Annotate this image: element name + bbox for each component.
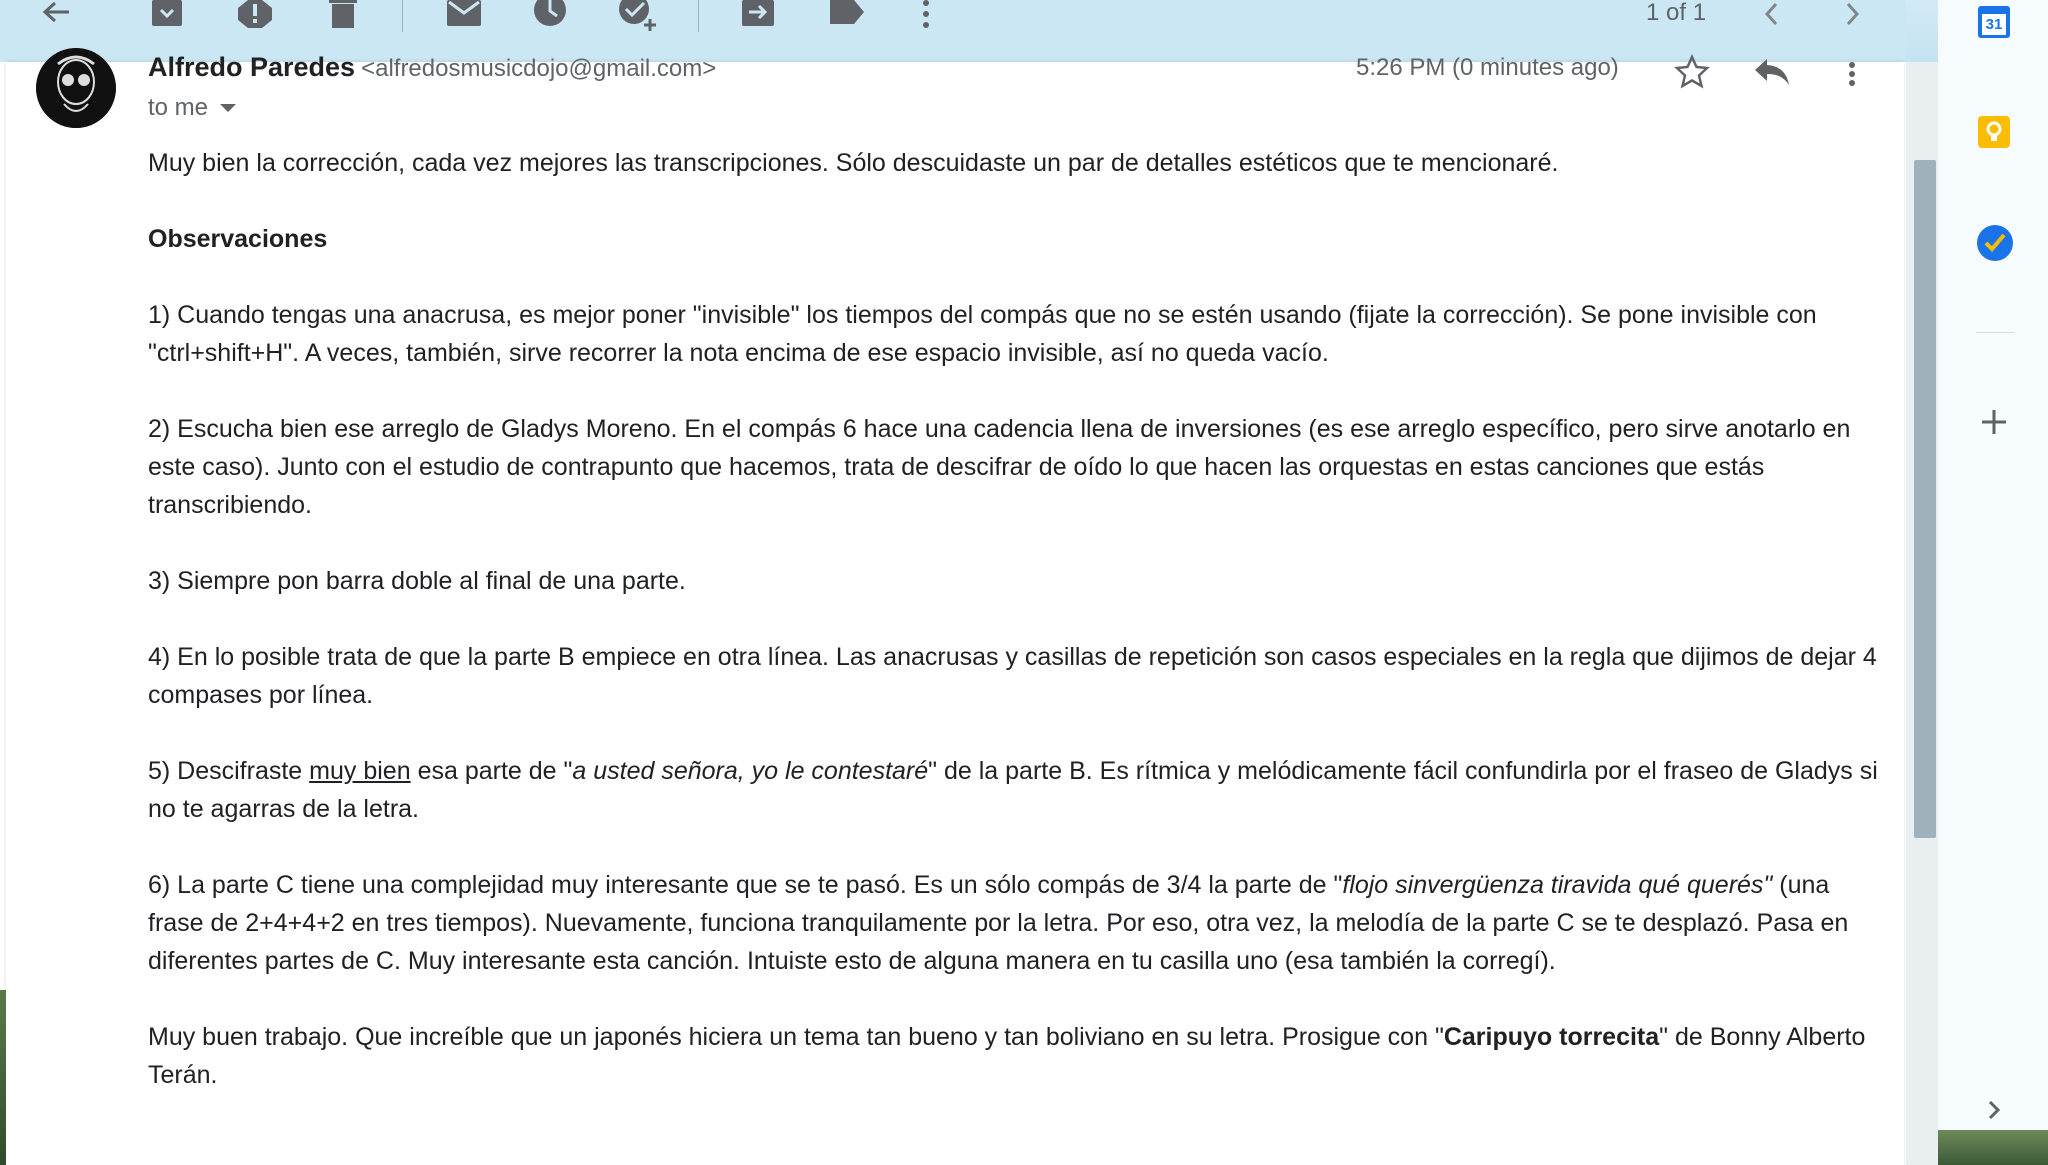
get-addons-button[interactable] <box>1976 404 2012 440</box>
chevron-left-icon <box>1762 2 1782 28</box>
more-vert-icon <box>1849 62 1855 86</box>
back-button[interactable] <box>34 0 78 30</box>
text-segment: esa parte de " <box>410 757 573 785</box>
text-segment: 6) La parte C tiene una complejidad muy … <box>148 871 1343 899</box>
email-timestamp: 5:26 PM (0 minutes ago) <box>1356 54 1619 81</box>
italic-text: flojo sinvergüenza tiravida qué querés" <box>1342 871 1773 899</box>
chevron-right-icon <box>1842 2 1862 28</box>
observation-2: 2) Escucha bien ese arreglo de Gladys Mo… <box>148 415 1851 519</box>
mark-unread-button[interactable] <box>442 0 486 30</box>
reply-button[interactable] <box>1752 52 1792 92</box>
show-side-panel-button[interactable] <box>1976 1092 2012 1128</box>
report-spam-icon <box>238 0 272 30</box>
snooze-icon <box>533 0 567 30</box>
tasks-app-button[interactable] <box>1976 224 2013 261</box>
observation-4: 4) En lo posible trata de que la parte B… <box>148 643 1877 709</box>
add-to-tasks-icon <box>618 0 658 31</box>
text-segment: Muy buen trabajo. Que increíble que un j… <box>148 1023 1444 1051</box>
caret-down-icon <box>220 104 237 112</box>
wallpaper-edge <box>0 990 6 1165</box>
observation-3: 3) Siempre pon barra doble al final de u… <box>148 567 686 595</box>
email-body: Muy bien la corrección, cada vez mejores… <box>148 144 1888 1094</box>
recipient-label: to me <box>148 94 209 121</box>
more-options-button[interactable] <box>904 0 948 30</box>
avatar-image <box>36 48 116 128</box>
message-more-button[interactable] <box>1832 52 1872 92</box>
back-arrow-icon <box>39 0 73 30</box>
page-count: 1 of 1 <box>1646 0 1707 26</box>
mark-unread-icon <box>445 0 483 30</box>
move-to-button[interactable] <box>736 0 780 30</box>
sender-avatar[interactable] <box>36 48 116 128</box>
move-to-icon <box>740 0 776 30</box>
chevron-right-icon <box>1988 1100 2001 1120</box>
snooze-button[interactable] <box>528 0 572 30</box>
closing-paragraph: Muy buen trabajo. Que increíble que un j… <box>148 1018 1888 1094</box>
archive-button[interactable] <box>145 0 189 30</box>
recipient-details-toggle[interactable]: to me <box>148 94 237 122</box>
older-button[interactable] <box>1830 0 1874 30</box>
observation-6: 6) La parte C tiene una complejidad muy … <box>148 866 1888 980</box>
text-segment: 5) Descifraste <box>148 757 310 785</box>
newer-button[interactable] <box>1750 0 1794 30</box>
calendar-app-button[interactable]: 31 <box>1976 4 2012 40</box>
sender-header: Alfredo Paredes <alfredosmusicdojo@gmail.… <box>148 52 716 83</box>
bold-text: Caripuyo torrecita <box>1443 1023 1660 1051</box>
report-spam-button[interactable] <box>233 0 277 30</box>
archive-icon <box>150 0 184 30</box>
sender-name[interactable]: Alfredo Paredes <box>148 52 355 82</box>
reply-icon <box>1755 59 1789 85</box>
label-icon <box>828 0 864 30</box>
underlined-text: muy bien <box>309 757 411 785</box>
body-intro: Muy bien la corrección, cada vez mejores… <box>148 149 1559 177</box>
plus-icon <box>1982 410 2006 434</box>
keep-app-button[interactable] <box>1976 114 2012 150</box>
side-panel-separator <box>1976 332 2014 333</box>
body-heading: Observaciones <box>148 225 328 253</box>
star-icon <box>1674 54 1710 89</box>
label-button[interactable] <box>824 0 868 30</box>
italic-text: a usted señora, yo le contestaré <box>572 757 929 785</box>
scrollbar-thumb[interactable] <box>1914 160 1936 838</box>
tasks-icon <box>1977 225 2013 261</box>
toolbar-separator <box>402 0 403 32</box>
delete-icon <box>326 0 360 30</box>
add-to-tasks-button[interactable] <box>616 0 660 31</box>
more-vert-icon <box>921 0 931 30</box>
observation-1: 1) Cuando tengas una anacrusa, es mejor … <box>148 301 1817 367</box>
keep-icon <box>1978 116 2010 148</box>
calendar-day: 31 <box>1985 16 2003 33</box>
delete-button[interactable] <box>321 0 365 30</box>
observation-5: 5) Descifraste muy bien esa parte de "a … <box>148 752 1888 828</box>
side-panel <box>1938 0 2048 1165</box>
toolbar-separator <box>698 0 699 32</box>
sender-email: <alfredosmusicdojo@gmail.com> <box>361 55 717 82</box>
star-button[interactable] <box>1672 52 1712 92</box>
